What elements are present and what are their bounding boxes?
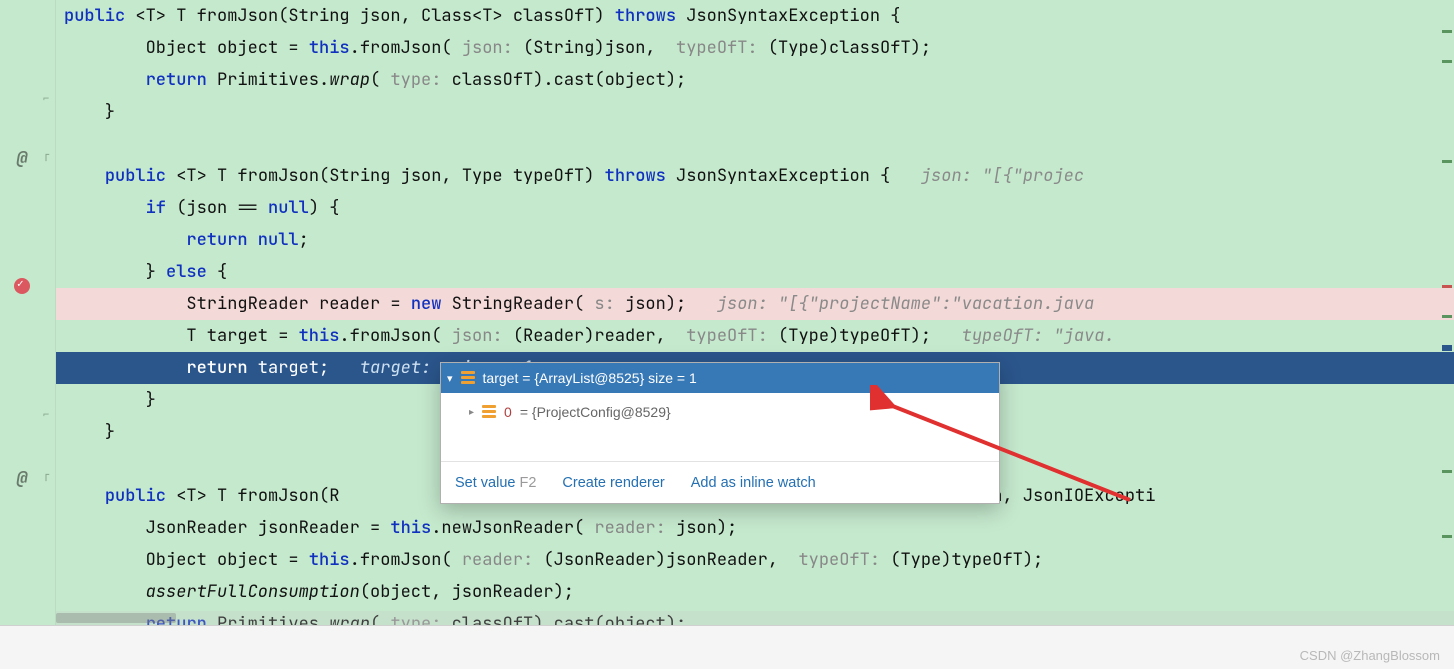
collection-icon [461,371,475,385]
status-bar: CSDN @ZhangBlossom [0,625,1454,669]
code-line: public <T> T fromJson(String json, Class… [56,0,1454,32]
set-value-link[interactable]: Set valueF2 [455,475,536,491]
code-line: JsonReader jsonReader = this.newJsonRead… [56,512,1454,544]
chevron-right-icon[interactable]: ▸ [469,407,474,418]
debugger-value-popup[interactable]: ▾ target = {ArrayList@8525} size = 1 ▸ 0… [440,362,1000,504]
popup-body: ▸ 0 = {ProjectConfig@8529} [441,393,999,461]
code-line [56,128,1454,160]
popup-footer: Set valueF2 Create renderer Add as inlin… [441,461,999,503]
scrollbar-thumb[interactable] [56,613,176,623]
code-line: Object object = this.fromJson( reader: (… [56,544,1454,576]
fold-end-icon[interactable]: ⌐ [40,92,52,104]
code-line: } else { [56,256,1454,288]
fold-column: ⌐ ┌ ⌐ ┌ [40,0,56,669]
code-line: Object object = this.fromJson( json: (St… [56,32,1454,64]
code-line: } [56,96,1454,128]
code-line: T target = this.fromJson( json: (Reader)… [56,320,1454,352]
watermark: CSDN @ZhangBlossom [1300,648,1440,663]
popup-header-text: target = {ArrayList@8525} size = 1 [483,370,697,386]
gutter: @ @ ⌐ ┌ ⌐ ┌ [0,0,56,669]
vertical-scrollbar[interactable] [1440,0,1454,620]
override-marker-icon-2[interactable]: @ [12,468,32,488]
row-index: 0 [504,404,512,420]
code-editor[interactable]: public <T> T fromJson(String json, Class… [56,0,1454,669]
popup-header[interactable]: ▾ target = {ArrayList@8525} size = 1 [441,363,999,393]
row-value: = {ProjectConfig@8529} [520,404,671,420]
popup-value-row[interactable]: ▸ 0 = {ProjectConfig@8529} [465,399,999,425]
fold-start-icon-2[interactable]: ┌ [40,468,52,480]
fold-end-icon-2[interactable]: ⌐ [40,408,52,420]
code-line: public <T> T fromJson(String json, Type … [56,160,1454,192]
fold-start-icon[interactable]: ┌ [40,148,52,160]
chevron-down-icon[interactable]: ▾ [447,372,453,385]
code-line: return Primitives.wrap( type: classOfT).… [56,64,1454,96]
code-line: assertFullConsumption(object, jsonReader… [56,576,1454,608]
breakpoint-icon[interactable] [12,276,32,296]
code-line: if (json == null) { [56,192,1454,224]
override-marker-icon-1[interactable]: @ [12,148,32,168]
object-icon [482,405,496,419]
horizontal-scrollbar[interactable] [56,611,1454,625]
add-inline-watch-link[interactable]: Add as inline watch [691,475,816,491]
create-renderer-link[interactable]: Create renderer [562,475,664,491]
code-line-modified: StringReader reader = new StringReader( … [56,288,1454,320]
code-line: return null; [56,224,1454,256]
